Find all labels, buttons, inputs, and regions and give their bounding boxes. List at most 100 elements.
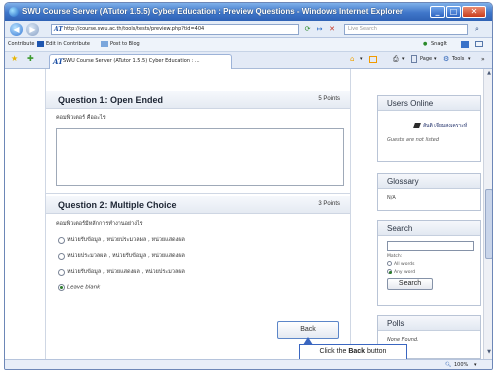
tutorial-callout: Click the Back button bbox=[299, 344, 407, 360]
page-favicon: AT bbox=[54, 26, 63, 33]
toolbar-overflow-icon[interactable]: » bbox=[481, 56, 485, 63]
feeds-icon[interactable] bbox=[369, 56, 377, 63]
url-text: http://course.swu.ac.th/tools/tests/prev… bbox=[64, 26, 205, 32]
answer-textarea[interactable] bbox=[56, 128, 344, 186]
scroll-up-icon[interactable]: ▲ bbox=[485, 70, 492, 79]
search-block: Search Match: All words Any word Search bbox=[377, 220, 481, 306]
match-label: Match: bbox=[387, 254, 403, 259]
add-favorites-icon[interactable]: ✚ bbox=[27, 54, 34, 63]
address-bar: ◀ ▶ AT http://course.swu.ac.th/tools/tes… bbox=[5, 21, 492, 38]
users-online-block: Users Online สันติ เจียมสงเคราะห์ Guests… bbox=[377, 95, 481, 162]
print-dropdown-icon[interactable]: ▾ bbox=[402, 56, 405, 62]
choice-label: Leave blank bbox=[67, 284, 101, 291]
questions-panel: Question 1: Open Ended 5 Points คอมพิวเต… bbox=[45, 69, 351, 359]
browser-window: SWU Course Server (ATutor 1.5.5) Cyber E… bbox=[4, 2, 493, 370]
choice-option[interactable]: หน่วยรับข้อมูล , หน่วยประมวลผล , หน่วยแส… bbox=[58, 236, 185, 246]
choice-option-leave-blank[interactable]: Leave blank bbox=[58, 284, 100, 294]
page-menu[interactable]: Page bbox=[420, 56, 432, 62]
snagit-window-icon[interactable] bbox=[475, 41, 483, 47]
favorites-star-icon[interactable]: ★ bbox=[11, 54, 18, 63]
callout-suffix: button bbox=[365, 348, 387, 355]
maximize-button[interactable]: □ bbox=[446, 6, 461, 18]
live-search-input[interactable]: Live Search bbox=[344, 24, 468, 35]
choice-label: หน่วยประมวลผล , หน่วยรับข้อมูล , หน่วยแส… bbox=[67, 253, 185, 259]
ie-icon bbox=[9, 7, 19, 17]
question-1-title: Question 1: Open Ended bbox=[58, 95, 164, 105]
sidebar: Users Online สันติ เจียมสงเคราะห์ Guests… bbox=[377, 69, 483, 359]
question-1-header: Question 1: Open Ended 5 Points bbox=[46, 91, 350, 109]
question-divider bbox=[46, 193, 350, 194]
tools-gear-icon: ⚙ bbox=[443, 55, 450, 63]
page-content: Question 1: Open Ended 5 Points คอมพิวเต… bbox=[5, 69, 483, 360]
radio-button[interactable] bbox=[387, 261, 392, 266]
snagit-link[interactable]: SnagIt bbox=[431, 41, 447, 47]
callout-bold: Back bbox=[348, 348, 366, 355]
match-option[interactable]: All words bbox=[387, 261, 414, 267]
zoom-icon: 🔍︎ bbox=[445, 362, 452, 368]
status-bar: 🔍︎ 100% ▾ bbox=[5, 359, 492, 369]
radio-button-selected[interactable] bbox=[58, 284, 65, 291]
post-to-blog-link[interactable]: Post to Blog bbox=[110, 41, 140, 47]
choice-option[interactable]: หน่วยรับข้อมูล , หน่วยแสดงผล , หน่วยประม… bbox=[58, 268, 185, 278]
browser-tab[interactable]: AT SWU Course Server (ATutor 1.5.5) Cybe… bbox=[49, 54, 232, 69]
question-2-header: Question 2: Multiple Choice 3 Points bbox=[46, 196, 350, 214]
edit-contribute-icon bbox=[37, 41, 44, 47]
tab-bar: ★ ✚ AT SWU Course Server (ATutor 1.5.5) … bbox=[5, 52, 492, 69]
refresh-icon[interactable]: ⟳ bbox=[303, 24, 312, 35]
vertical-scrollbar[interactable]: ▲ ▼ bbox=[483, 69, 492, 359]
choice-option[interactable]: หน่วยประมวลผล , หน่วยรับข้อมูล , หน่วยแส… bbox=[58, 252, 185, 262]
scroll-thumb[interactable] bbox=[485, 189, 492, 259]
radio-button[interactable] bbox=[58, 268, 65, 276]
match-option-label: Any word bbox=[394, 270, 416, 275]
page-icon bbox=[411, 55, 417, 63]
radio-button-selected[interactable] bbox=[387, 269, 392, 274]
glossary-block: Glossary N/A bbox=[377, 173, 481, 211]
question-2-title: Question 2: Multiple Choice bbox=[58, 200, 177, 210]
user-icon bbox=[413, 123, 421, 128]
url-input[interactable]: AT http://course.swu.ac.th/tools/tests/p… bbox=[51, 24, 299, 35]
print-icon[interactable]: ⎙ bbox=[393, 55, 399, 64]
page-dropdown-icon[interactable]: ▾ bbox=[434, 56, 437, 62]
question-1-text: คอมพิวเตอร์ คืออะไร bbox=[56, 115, 106, 121]
search-icon[interactable]: ⌕ bbox=[471, 24, 483, 35]
forward-nav-button[interactable]: ▶ bbox=[26, 23, 39, 36]
contribute-link[interactable]: Contribute bbox=[8, 41, 35, 47]
users-online-title: Users Online bbox=[378, 96, 480, 111]
glossary-value: N/A bbox=[387, 195, 396, 201]
snagit-icon: ● bbox=[423, 41, 428, 47]
radio-button[interactable] bbox=[58, 252, 65, 260]
zoom-level[interactable]: 100% bbox=[454, 362, 468, 368]
home-dropdown-icon[interactable]: ▾ bbox=[360, 56, 363, 62]
polls-title: Polls bbox=[378, 316, 480, 331]
zoom-dropdown-icon[interactable]: ▾ bbox=[474, 362, 477, 368]
scroll-down-icon[interactable]: ▼ bbox=[485, 349, 492, 358]
question-2-points: 3 Points bbox=[318, 201, 340, 207]
home-icon[interactable]: ⌂ bbox=[350, 55, 354, 63]
edit-in-contribute-link[interactable]: Edit in Contribute bbox=[46, 41, 90, 47]
glossary-title: Glossary bbox=[378, 174, 480, 189]
title-bar: SWU Course Server (ATutor 1.5.5) Cyber E… bbox=[5, 3, 492, 21]
sidebar-search-input[interactable] bbox=[387, 241, 474, 251]
match-option[interactable]: Any word bbox=[387, 269, 415, 275]
back-nav-button[interactable]: ◀ bbox=[10, 23, 23, 36]
tab-label: SWU Course Server (ATutor 1.5.5) Cyber E… bbox=[63, 58, 200, 64]
close-button[interactable]: ✕ bbox=[462, 6, 486, 18]
snagit-capture-icon[interactable] bbox=[461, 41, 469, 48]
minimize-button[interactable]: _ bbox=[430, 6, 445, 18]
search-title: Search bbox=[378, 221, 480, 236]
sidebar-search-button[interactable]: Search bbox=[387, 278, 433, 290]
tools-dropdown-icon[interactable]: ▾ bbox=[468, 56, 471, 62]
tools-menu[interactable]: Tools bbox=[452, 56, 464, 62]
links-bar: Contribute Edit in Contribute Post to Bl… bbox=[5, 38, 492, 52]
tab-favicon: AT bbox=[53, 57, 64, 66]
go-icon[interactable]: ↦ bbox=[315, 24, 324, 35]
stop-icon[interactable]: ✕ bbox=[327, 24, 337, 35]
window-title: SWU Course Server (ATutor 1.5.5) Cyber E… bbox=[22, 7, 404, 16]
match-option-label: All words bbox=[394, 262, 415, 267]
question-2-text: คอมพิวเตอร์มีหลักการทำงานอย่างไร bbox=[56, 221, 143, 227]
online-user-name: สันติ เจียมสงเคราะห์ bbox=[423, 123, 468, 129]
guests-note: Guests are not listed bbox=[387, 137, 440, 143]
online-user[interactable]: สันติ เจียมสงเคราะห์ bbox=[413, 122, 468, 130]
question-1-points: 5 Points bbox=[318, 96, 340, 102]
radio-button[interactable] bbox=[58, 236, 65, 244]
